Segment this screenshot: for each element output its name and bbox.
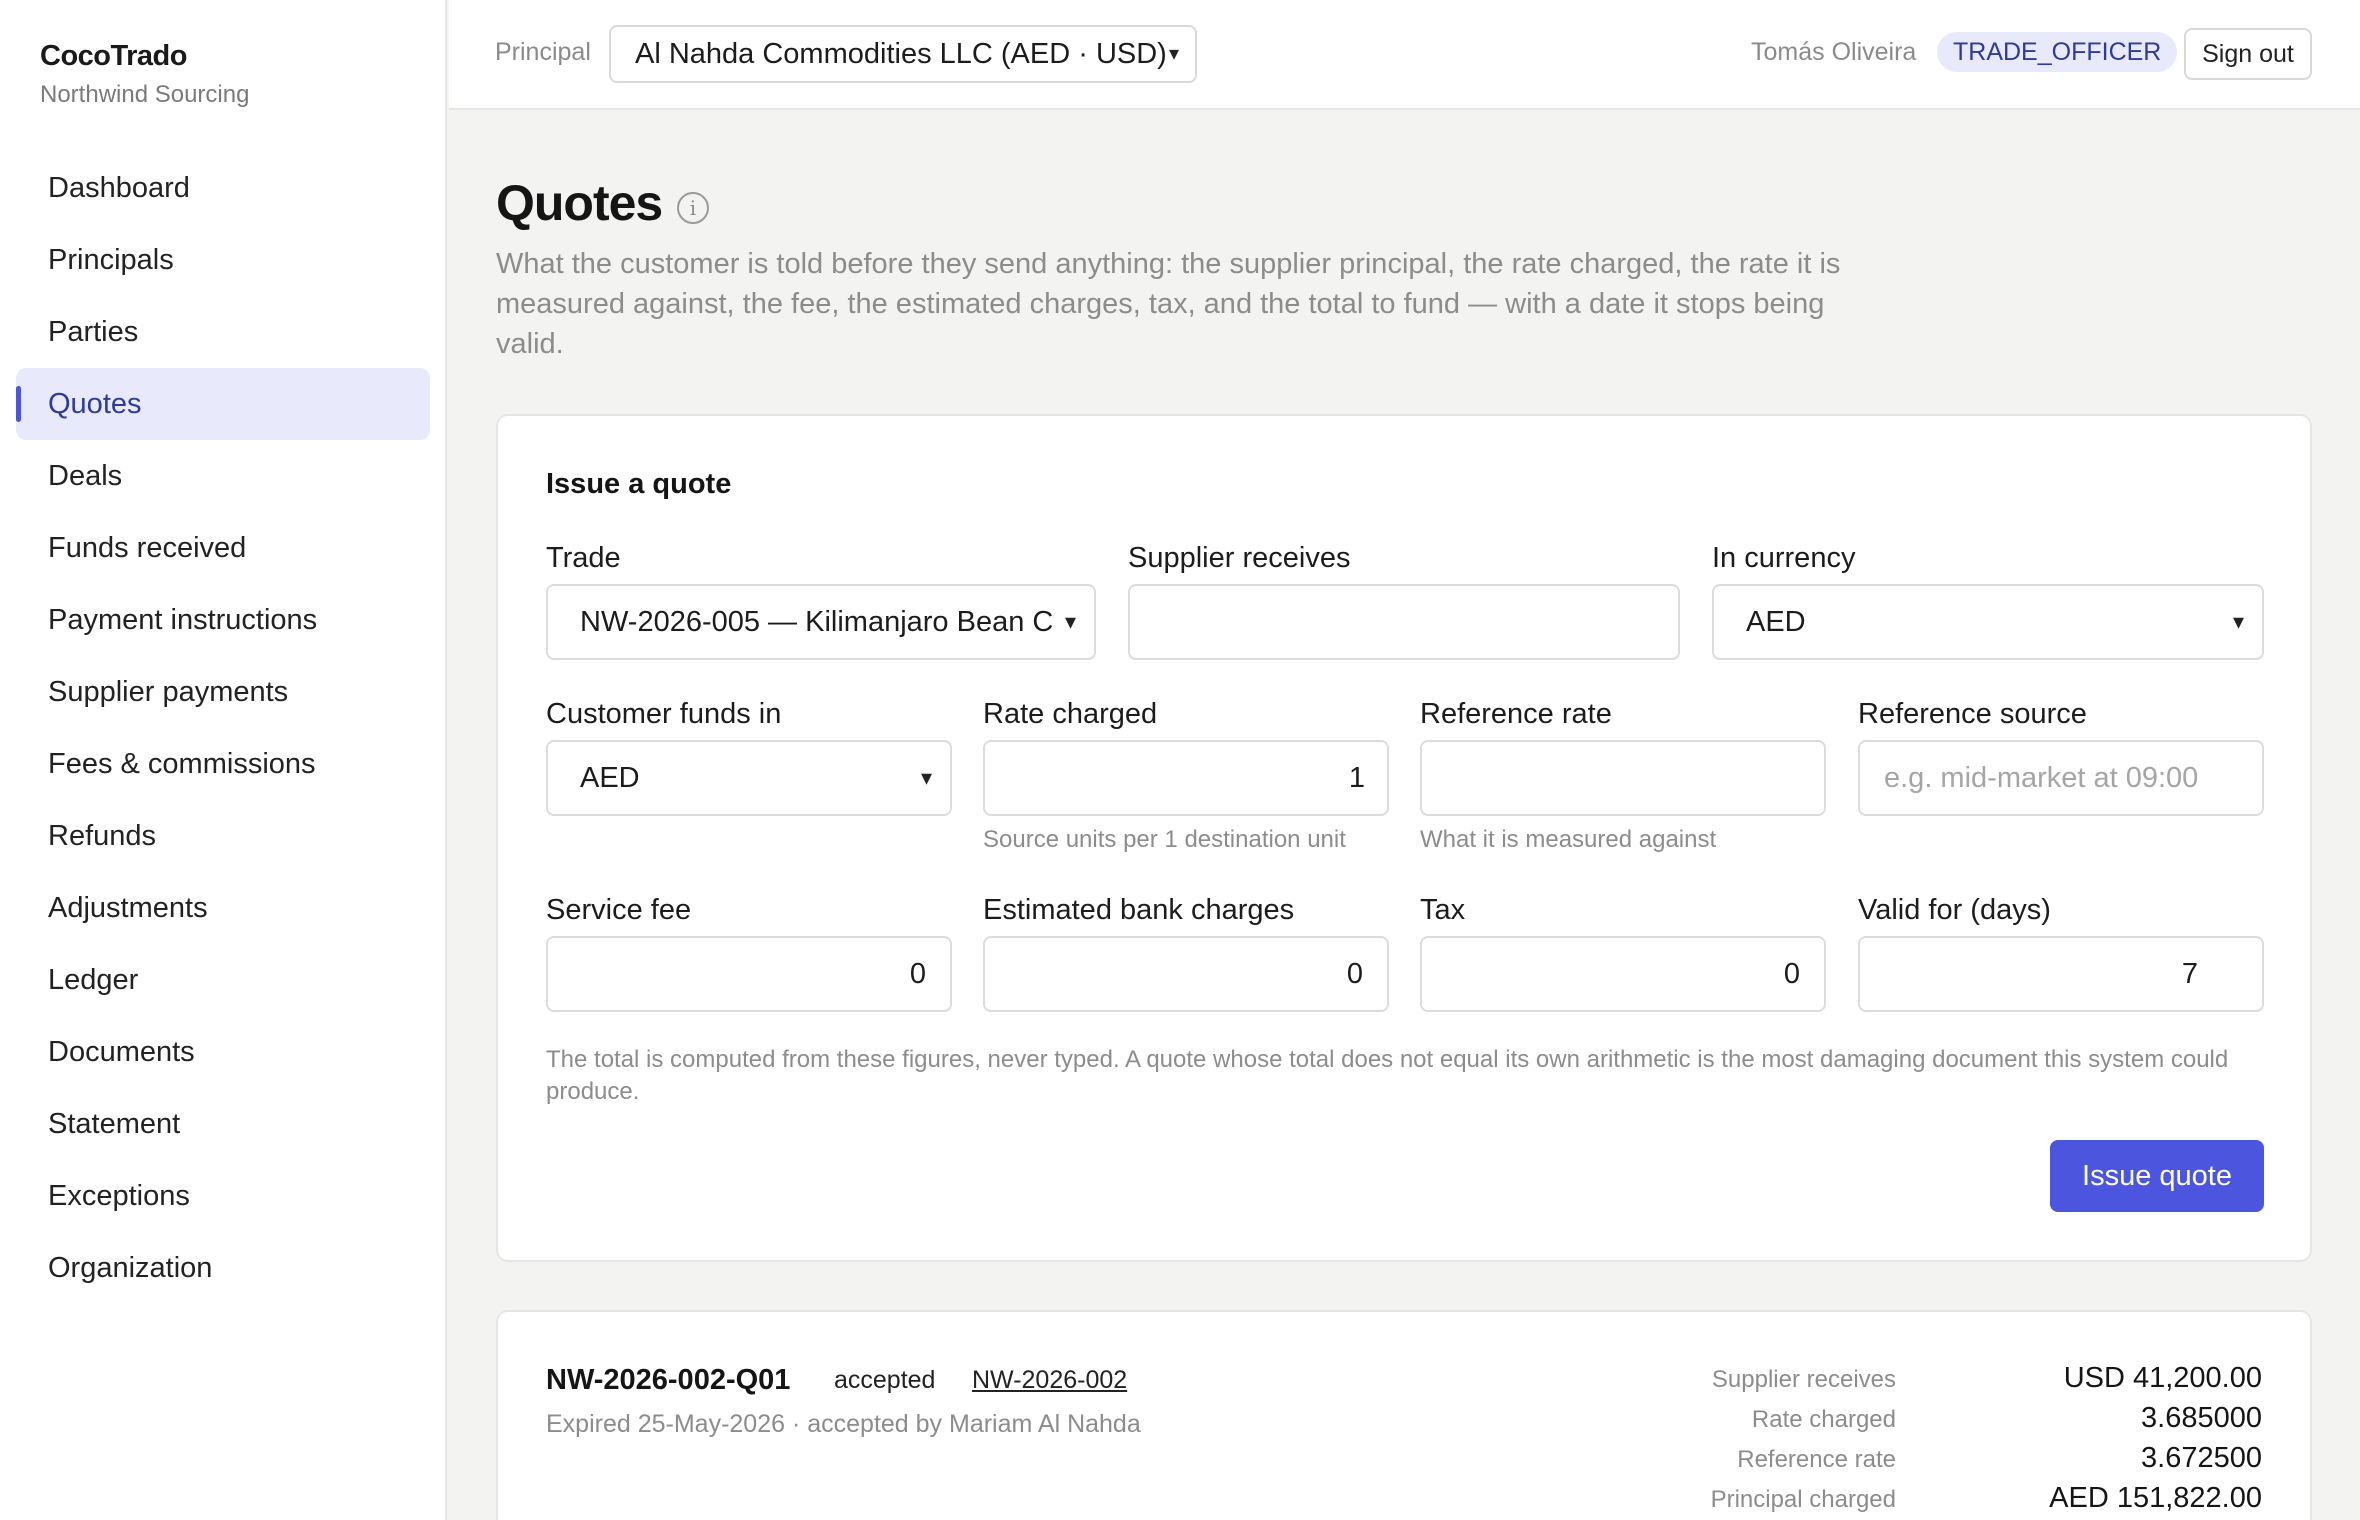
summary-value: 3.685000	[2141, 1402, 2262, 1434]
quote-status: accepted	[834, 1366, 936, 1394]
quote-summary-labels: Supplier receives Rate charged Reference…	[1711, 1360, 1896, 1520]
summary-value: 3.672500	[2141, 1442, 2262, 1474]
reference-rate-hint: What it is measured against	[1420, 826, 1717, 853]
sidebar-item-adjustments[interactable]: Adjustments	[16, 872, 430, 944]
sidebar-item-principals[interactable]: Principals	[16, 224, 430, 296]
customer-funds-in-label: Customer funds in	[546, 698, 782, 730]
service-fee-input[interactable]: 0	[546, 936, 952, 1012]
issue-quote-button[interactable]: Issue quote	[2050, 1140, 2264, 1212]
principal-select-value: Al Nahda Commodities LLC (AED · USD)	[635, 38, 1167, 70]
valid-for-input[interactable]: 7	[1858, 936, 2264, 1012]
principal-select[interactable]: Al Nahda Commodities LLC (AED · USD) ▾	[609, 25, 1197, 83]
brand-name: CocoTrado	[40, 40, 187, 72]
sidebar-item-statement[interactable]: Statement	[16, 1088, 430, 1160]
sidebar-item-deals[interactable]: Deals	[16, 440, 430, 512]
top-bar: Principal Al Nahda Commodities LLC (AED …	[449, 0, 2360, 110]
sidebar-item-supplier-payments[interactable]: Supplier payments	[16, 656, 430, 728]
sidebar: CocoTrado Northwind Sourcing Dashboard P…	[0, 0, 447, 1520]
tax-label: Tax	[1420, 894, 1466, 926]
reference-rate-input[interactable]	[1420, 740, 1826, 816]
page-description: What the customer is told before they se…	[496, 248, 1841, 360]
principal-label: Principal	[495, 38, 591, 66]
supplier-receives-input[interactable]	[1128, 584, 1680, 660]
info-icon[interactable]: i	[677, 192, 709, 224]
in-currency-label: In currency	[1712, 542, 1856, 574]
supplier-receives-label: Supplier receives	[1128, 542, 1351, 574]
bank-charges-input[interactable]: 0	[983, 936, 1389, 1012]
sidebar-item-organization[interactable]: Organization	[16, 1232, 430, 1304]
summary-label: Supplier receives	[1711, 1366, 1896, 1393]
rate-charged-label: Rate charged	[983, 698, 1158, 730]
sidebar-item-fees-commissions[interactable]: Fees & commissions	[16, 728, 430, 800]
summary-label: Reference rate	[1737, 1446, 1896, 1473]
brand: CocoTrado Northwind Sourcing	[40, 40, 249, 109]
sidebar-item-dashboard[interactable]: Dashboard	[16, 152, 430, 224]
sidebar-item-parties[interactable]: Parties	[16, 296, 430, 368]
form-title: Issue a quote	[546, 468, 732, 500]
reference-source-label: Reference source	[1858, 698, 2087, 730]
quote-trade-link[interactable]: NW-2026-002	[972, 1366, 1127, 1395]
summary-value: USD 41,200.00	[2063, 1362, 2262, 1394]
customer-funds-in-value: AED	[580, 762, 640, 794]
rate-charged-hint: Source units per 1 destination unit	[983, 826, 1346, 853]
sidebar-item-payment-instructions[interactable]: Payment instructions	[16, 584, 430, 656]
in-currency-value: AED	[1746, 606, 1806, 638]
sidebar-item-ledger[interactable]: Ledger	[16, 944, 430, 1016]
quote-card: NW-2026-002-Q01 accepted NW-2026-002 Exp…	[496, 1310, 2312, 1520]
summary-label: Principal charged	[1710, 1486, 1896, 1513]
user-name: Tomás Oliveira	[1751, 38, 1917, 66]
sidebar-item-quotes[interactable]: Quotes	[16, 368, 430, 440]
chevron-down-icon: ▾	[1168, 43, 1179, 65]
service-fee-label: Service fee	[546, 894, 692, 926]
chevron-down-icon: ▾	[920, 765, 932, 790]
chevron-down-icon: ▾	[1064, 609, 1076, 634]
quote-summary-values: USD 41,200.00 3.685000 3.672500 AED 151,…	[2049, 1358, 2262, 1518]
tax-input[interactable]: 0	[1420, 936, 1826, 1012]
customer-funds-in-select[interactable]: AED ▾	[546, 740, 952, 816]
sign-out-button[interactable]: Sign out	[2184, 28, 2312, 80]
sidebar-nav: Dashboard Principals Parties Quotes Deal…	[16, 152, 430, 1304]
issue-quote-card: Issue a quote Trade NW-2026-005 — Kilima…	[496, 414, 2312, 1262]
trade-select[interactable]: NW-2026-005 — Kilimanjaro Bean C ▾	[546, 584, 1096, 660]
sidebar-item-exceptions[interactable]: Exceptions	[16, 1160, 430, 1232]
sidebar-item-funds-received[interactable]: Funds received	[16, 512, 430, 584]
valid-for-label: Valid for (days)	[1858, 894, 2051, 926]
summary-value: AED 151,822.00	[2049, 1482, 2262, 1514]
quote-meta: Expired 25-May-2026 · accepted by Mariam…	[546, 1410, 1141, 1438]
chevron-down-icon: ▾	[2232, 609, 2244, 634]
trade-label: Trade	[546, 542, 621, 574]
quote-id: NW-2026-002-Q01	[546, 1364, 791, 1396]
in-currency-select[interactable]: AED ▾	[1712, 584, 2264, 660]
reference-source-input[interactable]: e.g. mid-market at 09:00	[1858, 740, 2264, 816]
role-badge: TRADE_OFFICER	[1937, 32, 2178, 72]
summary-label: Rate charged	[1751, 1406, 1896, 1433]
total-computation-note: The total is computed from these figures…	[546, 1046, 2229, 1105]
reference-rate-label: Reference rate	[1420, 698, 1612, 730]
trade-select-value: NW-2026-005 — Kilimanjaro Bean C	[580, 606, 1054, 638]
bank-charges-label: Estimated bank charges	[983, 894, 1295, 926]
page-title: Quotes	[496, 175, 663, 231]
organization-name: Northwind Sourcing	[40, 81, 250, 108]
sidebar-item-refunds[interactable]: Refunds	[16, 800, 430, 872]
rate-charged-input[interactable]: 1	[983, 740, 1389, 816]
sidebar-item-documents[interactable]: Documents	[16, 1016, 430, 1088]
